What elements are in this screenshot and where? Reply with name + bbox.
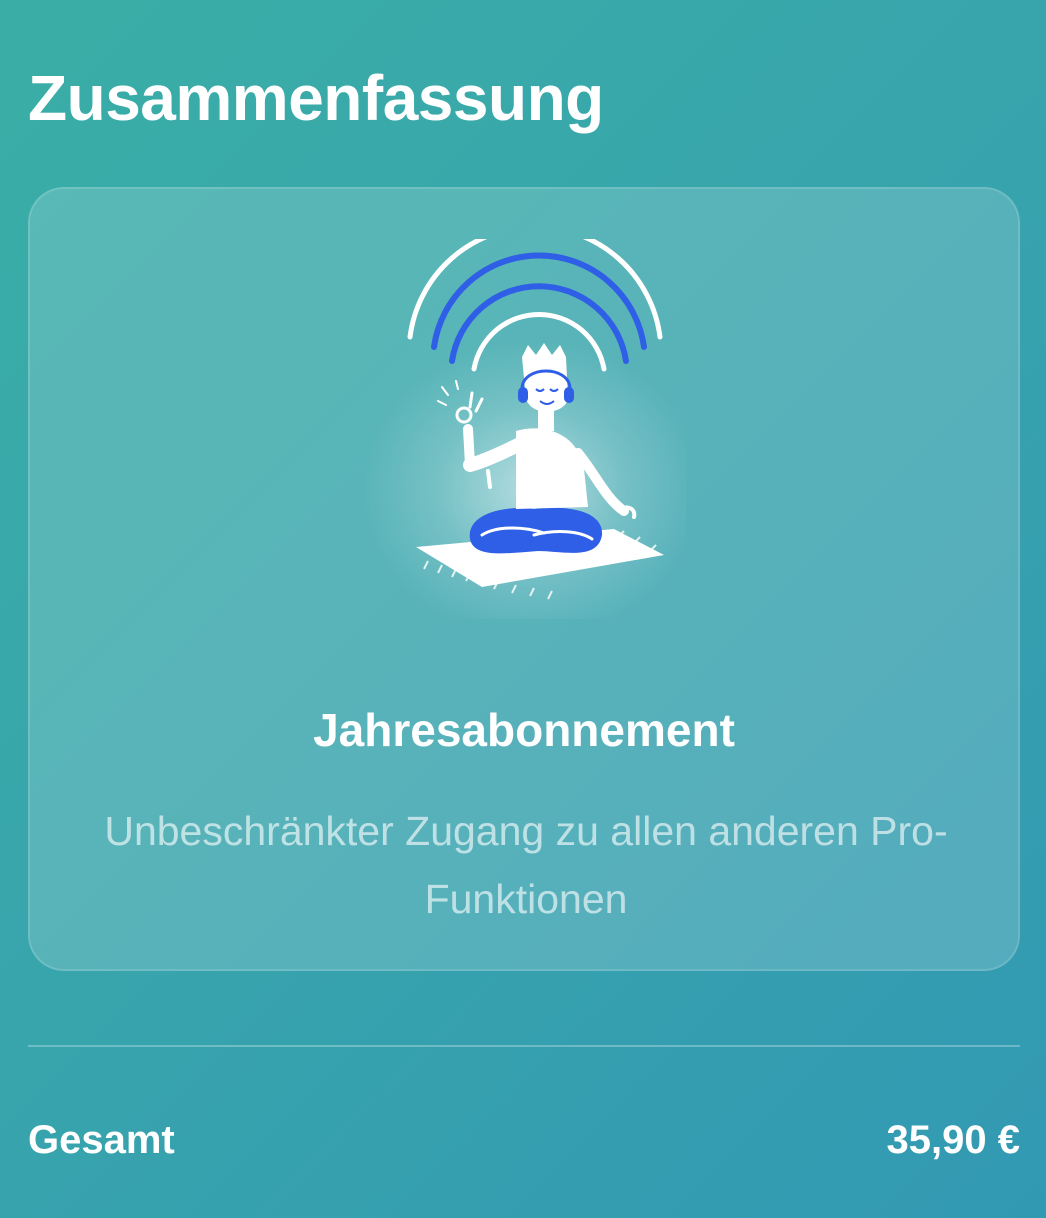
page-title: Zusammenfassung <box>28 62 604 134</box>
plan-card: Jahresabonnement Unbeschränkter Zugang z… <box>28 187 1020 971</box>
divider <box>28 1045 1020 1047</box>
total-amount: 35,90 € <box>886 1118 1020 1162</box>
plan-name: Jahresabonnement <box>313 704 735 756</box>
meditating-person-with-headphones-icon <box>366 239 686 619</box>
plan-description: Unbeschränkter Zugang zu allen anderen P… <box>104 808 948 922</box>
total-label: Gesamt <box>28 1118 175 1162</box>
